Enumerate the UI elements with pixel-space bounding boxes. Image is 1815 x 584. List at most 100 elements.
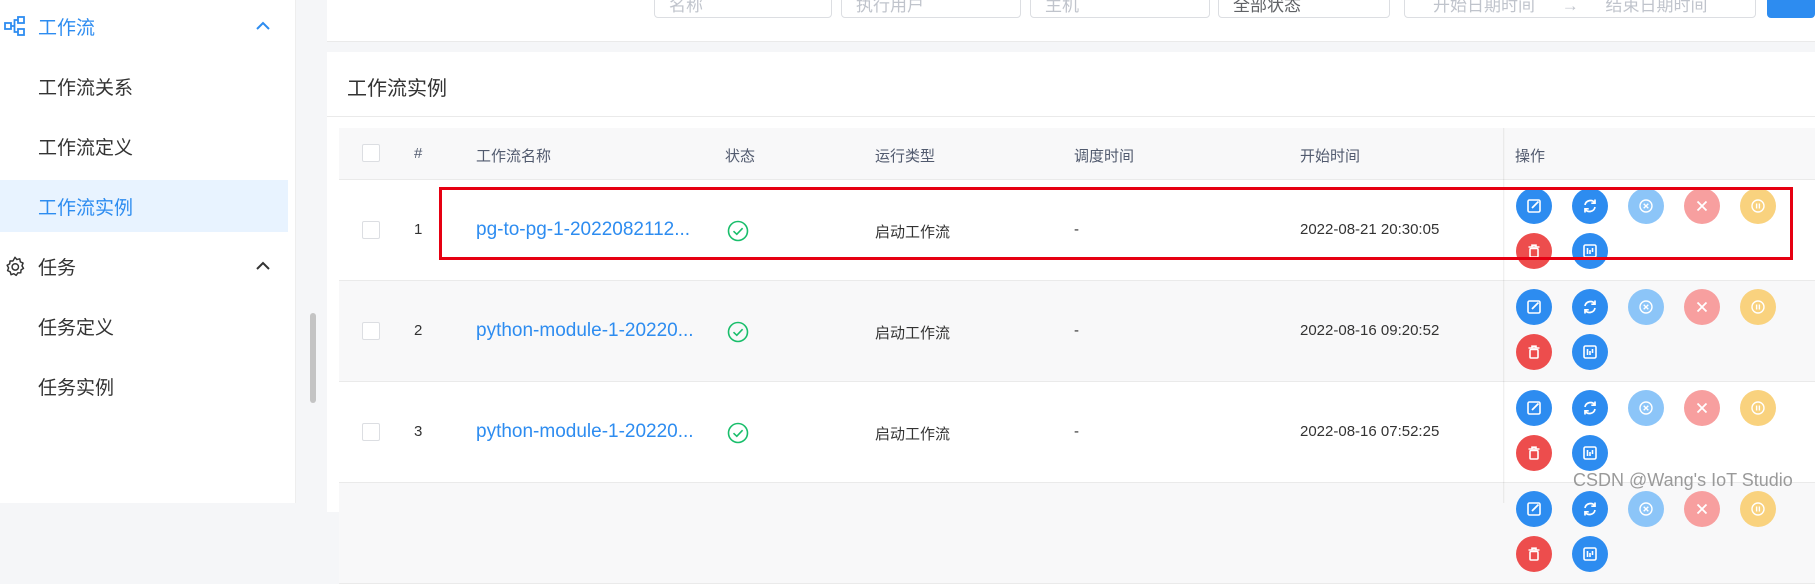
nav-group-label: 任务 [38, 257, 77, 279]
close-icon [1696, 402, 1708, 414]
header-index: # [414, 145, 423, 162]
state-select-value: 全部状态 [1233, 0, 1301, 15]
stop-button[interactable] [1628, 188, 1664, 224]
start-time: 2022-08-21 20:30:05 [1300, 221, 1440, 238]
gantt-button[interactable] [1572, 536, 1608, 572]
start-date-placeholder: 开始日期时间 [1433, 0, 1535, 15]
row-checkbox[interactable] [362, 322, 380, 340]
nav-group-workflow[interactable]: 工作流 [0, 0, 296, 52]
nav-group-task[interactable]: 任务 [0, 240, 296, 292]
close-icon [1696, 301, 1708, 313]
close-button[interactable] [1684, 188, 1720, 224]
start-time: 2022-08-16 09:20:52 [1300, 322, 1440, 339]
sidebar-item-workflow-relation[interactable]: 工作流关系 [0, 60, 288, 112]
close-icon [1696, 200, 1708, 212]
gear-icon [6, 256, 25, 277]
schedule-time: - [1074, 221, 1079, 238]
close-button[interactable] [1684, 289, 1720, 325]
delete-button[interactable] [1516, 435, 1552, 471]
divider [327, 116, 1815, 117]
gantt-button[interactable] [1572, 334, 1608, 370]
header-run-type: 运行类型 [875, 148, 936, 165]
watermark: CSDN @Wang's IoT Studio [1573, 470, 1793, 490]
sidebar-item-workflow-definition[interactable]: 工作流定义 [0, 120, 288, 172]
pause-button[interactable] [1740, 289, 1776, 325]
range-separator: → [1561, 0, 1579, 15]
close-button[interactable] [1684, 390, 1720, 426]
success-check-icon [727, 321, 749, 343]
delete-button[interactable] [1516, 536, 1552, 572]
sidebar-item-task-instance[interactable]: 任务实例 [0, 360, 288, 412]
page-title: 工作流实例 [347, 78, 447, 100]
delete-icon [1528, 244, 1540, 258]
pause-icon [1751, 401, 1765, 415]
delete-icon [1528, 446, 1540, 460]
edit-button[interactable] [1516, 188, 1552, 224]
rerun-button[interactable] [1572, 390, 1608, 426]
edit-button[interactable] [1516, 289, 1552, 325]
search-button[interactable] [1767, 0, 1815, 18]
chevron-up-icon [256, 261, 270, 270]
row-checkbox[interactable] [362, 221, 380, 239]
pause-button[interactable] [1740, 491, 1776, 527]
edit-button[interactable] [1516, 491, 1552, 527]
edit-icon [1527, 199, 1541, 213]
delete-icon [1528, 547, 1540, 561]
sidebar-item-task-definition[interactable]: 任务定义 [0, 300, 288, 352]
sidebar-item-workflow-instance[interactable]: 工作流实例 [0, 180, 288, 232]
workflow-name-link[interactable]: pg-to-pg-1-2022082112... [476, 219, 690, 241]
gantt-icon [1583, 446, 1597, 460]
sidebar-scrollbar[interactable] [310, 313, 316, 403]
stop-icon [1639, 199, 1653, 213]
nav-group-label: 工作流 [38, 17, 96, 39]
stop-icon [1639, 300, 1653, 314]
fixed-column-shadow [1503, 128, 1505, 503]
header-start-time: 开始时间 [1300, 148, 1361, 165]
host-input[interactable]: 主机 [1030, 0, 1210, 18]
name-input[interactable]: 名称 [654, 0, 832, 18]
header-name: 工作流名称 [476, 148, 552, 165]
date-range-picker[interactable]: 开始日期时间 → 结束日期时间 [1404, 0, 1756, 18]
stop-button[interactable] [1628, 491, 1664, 527]
rerun-button[interactable] [1572, 188, 1608, 224]
header-schedule-time: 调度时间 [1074, 148, 1135, 165]
row-checkbox[interactable] [362, 423, 380, 441]
gantt-icon [1583, 244, 1597, 258]
edit-icon [1527, 401, 1541, 415]
pause-button[interactable] [1740, 390, 1776, 426]
edit-button[interactable] [1516, 390, 1552, 426]
workflow-name-link[interactable]: python-module-1-20220... [476, 421, 694, 443]
run-type: 启动工作流 [875, 325, 951, 342]
pause-button[interactable] [1740, 188, 1776, 224]
select-all-checkbox[interactable] [362, 144, 380, 162]
workflow-name-link[interactable]: python-module-1-20220... [476, 320, 694, 342]
edit-icon [1527, 300, 1541, 314]
row-index: 3 [414, 423, 423, 440]
delete-button[interactable] [1516, 334, 1552, 370]
rerun-button[interactable] [1572, 289, 1608, 325]
end-date-placeholder: 结束日期时间 [1605, 0, 1708, 15]
gantt-icon [1583, 547, 1597, 561]
delete-button[interactable] [1516, 233, 1552, 269]
row-index: 1 [414, 221, 423, 238]
close-button[interactable] [1684, 491, 1720, 527]
stop-icon [1639, 401, 1653, 415]
stop-button[interactable] [1628, 390, 1664, 426]
gantt-icon [1583, 345, 1597, 359]
state-select[interactable]: 全部状态 [1218, 0, 1390, 18]
workflow-icon [4, 16, 25, 36]
gantt-button[interactable] [1572, 435, 1608, 471]
pause-icon [1751, 199, 1765, 213]
rerun-button[interactable] [1572, 491, 1608, 527]
delete-icon [1528, 345, 1540, 359]
chevron-up-icon [256, 21, 270, 30]
run-type: 启动工作流 [875, 426, 951, 443]
gantt-button[interactable] [1572, 233, 1608, 269]
executor-input[interactable]: 执行用户 [841, 0, 1021, 18]
table-header: # 工作流名称 状态 运行类型 调度时间 开始时间 操作 [339, 128, 1815, 180]
rerun-icon [1584, 199, 1596, 213]
header-state: 状态 [725, 148, 756, 165]
success-check-icon [727, 220, 749, 242]
stop-button[interactable] [1628, 289, 1664, 325]
success-check-icon [727, 422, 749, 444]
